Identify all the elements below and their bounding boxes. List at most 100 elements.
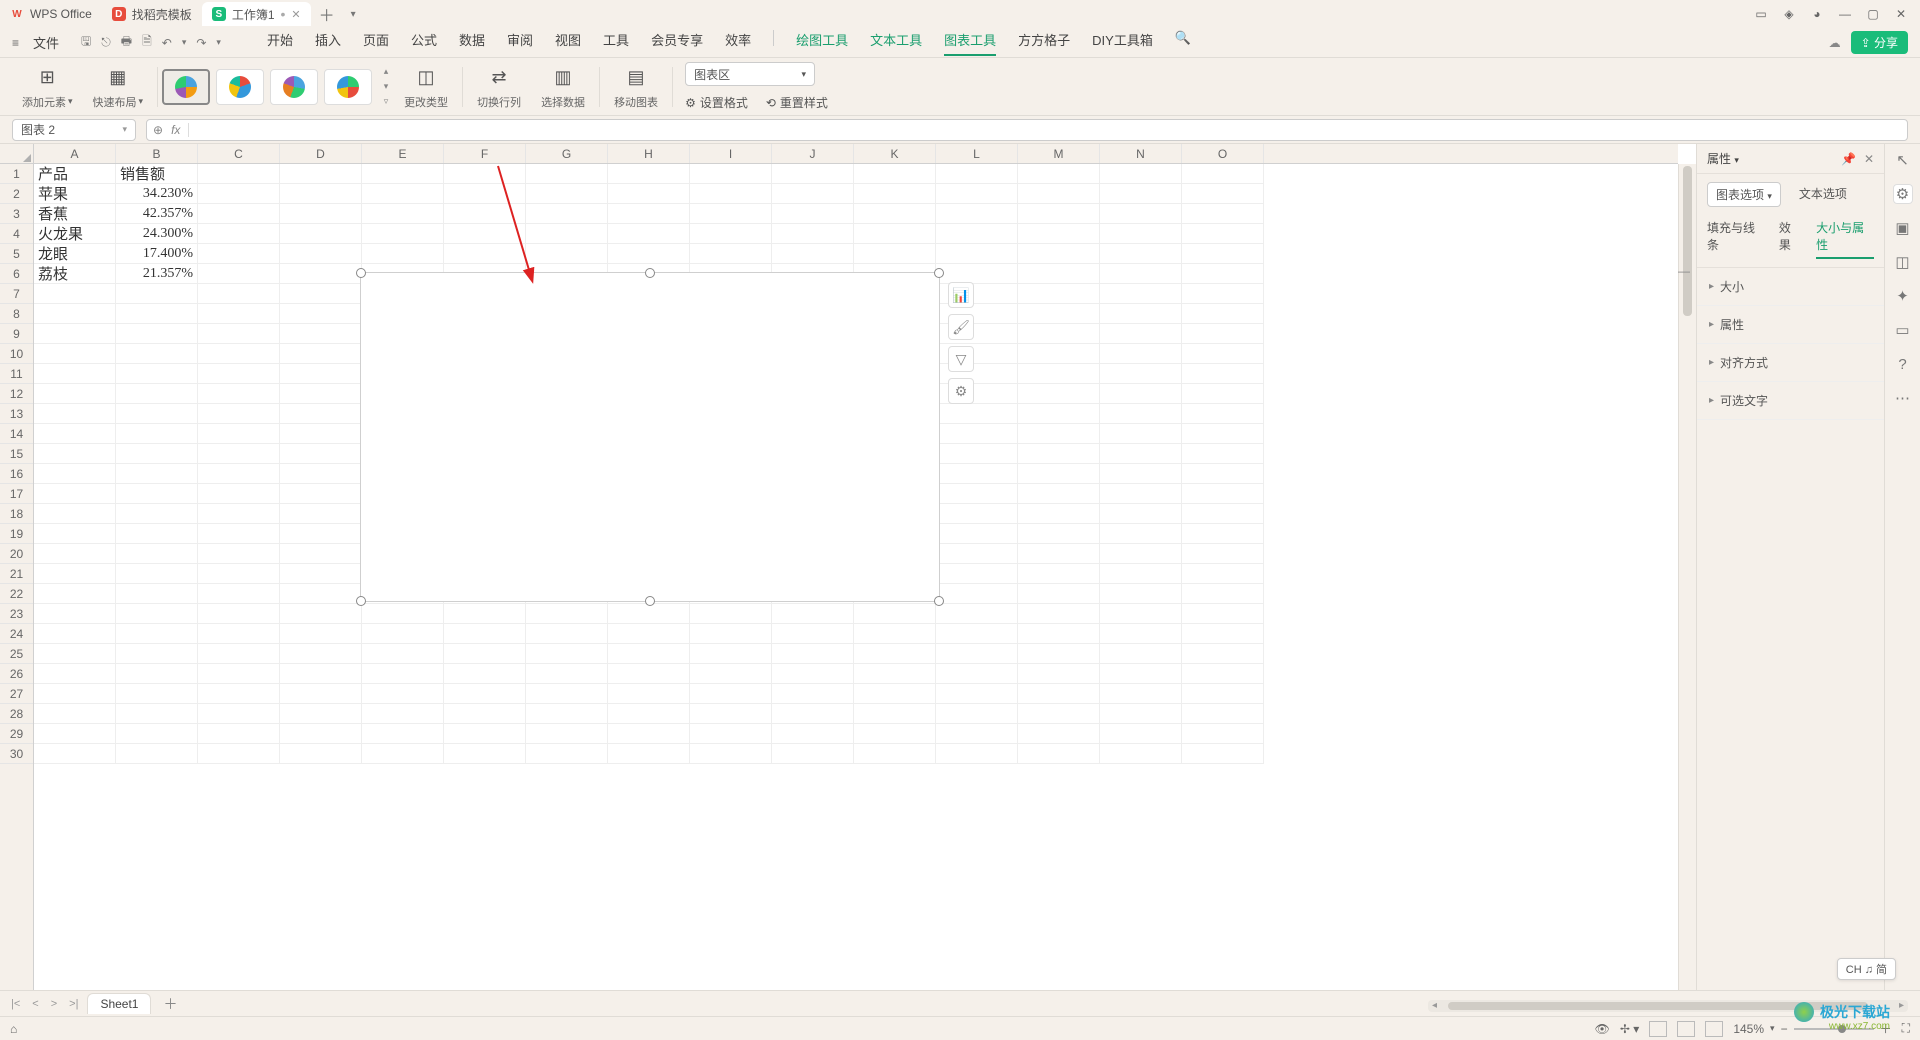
row-header[interactable]: 19: [0, 524, 33, 544]
cell[interactable]: [362, 724, 444, 744]
cell[interactable]: [936, 684, 1018, 704]
ribbon-tab-view[interactable]: 视图: [555, 30, 581, 56]
cell[interactable]: [34, 344, 116, 364]
cell[interactable]: [116, 724, 198, 744]
cell[interactable]: [1100, 424, 1182, 444]
sheet-last-icon[interactable]: >|: [66, 998, 81, 1010]
zoom-out-icon[interactable]: −: [1781, 1022, 1788, 1036]
cell[interactable]: [936, 464, 1018, 484]
cell[interactable]: [608, 704, 690, 724]
row-header[interactable]: 30: [0, 744, 33, 764]
window-restore-icon[interactable]: ▭: [1754, 7, 1768, 21]
chart-elements-button[interactable]: 📊: [948, 282, 974, 308]
cell[interactable]: [854, 184, 936, 204]
cell[interactable]: [1100, 264, 1182, 284]
chart-object[interactable]: [360, 272, 940, 602]
panel-section-alttext[interactable]: 可选文字: [1697, 382, 1884, 420]
cell[interactable]: [34, 604, 116, 624]
cell[interactable]: [280, 724, 362, 744]
cell[interactable]: [854, 644, 936, 664]
cell[interactable]: [1100, 184, 1182, 204]
cell[interactable]: [1100, 704, 1182, 724]
cell[interactable]: [936, 424, 1018, 444]
sheet-next-icon[interactable]: >: [48, 998, 60, 1010]
cell[interactable]: [34, 664, 116, 684]
cell[interactable]: [772, 724, 854, 744]
cell[interactable]: [526, 724, 608, 744]
ribbon-tab-data[interactable]: 数据: [459, 30, 485, 56]
cell[interactable]: [1182, 364, 1264, 384]
worksheet[interactable]: ABCDEFGHIJKLMNO 123456789101112131415161…: [0, 144, 1696, 990]
cell[interactable]: [34, 704, 116, 724]
cell[interactable]: [1182, 344, 1264, 364]
cell[interactable]: [1182, 624, 1264, 644]
row-header[interactable]: 4: [0, 224, 33, 244]
cell[interactable]: [34, 624, 116, 644]
ribbon-tab-tools[interactable]: 工具: [603, 30, 629, 56]
cell[interactable]: [936, 584, 1018, 604]
cell[interactable]: [34, 684, 116, 704]
cell[interactable]: [1018, 424, 1100, 444]
undo-dropdown-icon[interactable]: ▾: [182, 37, 187, 48]
page-layout-view-icon[interactable]: [1677, 1021, 1695, 1037]
panel-section-size[interactable]: 大小: [1697, 268, 1884, 306]
chart-style-1[interactable]: [162, 69, 210, 105]
row-header[interactable]: 18: [0, 504, 33, 524]
cell[interactable]: [608, 244, 690, 264]
cell[interactable]: [116, 284, 198, 304]
cell[interactable]: [1182, 584, 1264, 604]
row-header[interactable]: 11: [0, 364, 33, 384]
cell[interactable]: [198, 724, 280, 744]
row-header[interactable]: 17: [0, 484, 33, 504]
cell[interactable]: 香蕉: [34, 204, 116, 224]
cell[interactable]: [280, 424, 362, 444]
column-header[interactable]: B: [116, 144, 198, 163]
cell[interactable]: [772, 204, 854, 224]
cell[interactable]: [116, 484, 198, 504]
cell[interactable]: [116, 624, 198, 644]
cell[interactable]: [198, 304, 280, 324]
cell[interactable]: [1100, 364, 1182, 384]
cloud-icon[interactable]: ☁: [1829, 36, 1841, 50]
resize-handle[interactable]: [934, 268, 944, 278]
cell[interactable]: [198, 644, 280, 664]
search-icon[interactable]: 🔍: [1175, 30, 1191, 56]
cell[interactable]: [116, 684, 198, 704]
cell[interactable]: [280, 464, 362, 484]
cell[interactable]: [116, 584, 198, 604]
cell[interactable]: [936, 484, 1018, 504]
cell[interactable]: [1018, 744, 1100, 764]
cell[interactable]: [1018, 224, 1100, 244]
cell[interactable]: [690, 624, 772, 644]
cell[interactable]: [198, 544, 280, 564]
add-element-group[interactable]: ⊞ 添加元素▾: [12, 64, 83, 110]
chart-style-more[interactable]: ▴ ▾ ▿: [378, 66, 394, 107]
cell[interactable]: [1182, 724, 1264, 744]
cell[interactable]: [444, 624, 526, 644]
cell[interactable]: [34, 564, 116, 584]
cell[interactable]: [1100, 464, 1182, 484]
cell[interactable]: [198, 584, 280, 604]
cell[interactable]: [690, 604, 772, 624]
cell[interactable]: [34, 524, 116, 544]
cell[interactable]: [280, 624, 362, 644]
cell[interactable]: [772, 704, 854, 724]
redo-icon[interactable]: ↷: [196, 36, 206, 50]
row-header[interactable]: 1: [0, 164, 33, 184]
column-header[interactable]: I: [690, 144, 772, 163]
fullscreen-icon[interactable]: ⛶: [1902, 1021, 1910, 1036]
cell[interactable]: 火龙果: [34, 224, 116, 244]
panel-subtab-fill[interactable]: 填充与线条: [1707, 219, 1765, 259]
cell[interactable]: [772, 624, 854, 644]
cell[interactable]: [198, 204, 280, 224]
cell[interactable]: [854, 684, 936, 704]
ribbon-tab-draw-tools[interactable]: 绘图工具: [796, 30, 848, 56]
cell[interactable]: [690, 704, 772, 724]
cell[interactable]: [1100, 204, 1182, 224]
cell[interactable]: [34, 544, 116, 564]
row-header[interactable]: 24: [0, 624, 33, 644]
row-header[interactable]: 22: [0, 584, 33, 604]
column-header[interactable]: E: [362, 144, 444, 163]
cell[interactable]: [1182, 544, 1264, 564]
cell[interactable]: [608, 164, 690, 184]
